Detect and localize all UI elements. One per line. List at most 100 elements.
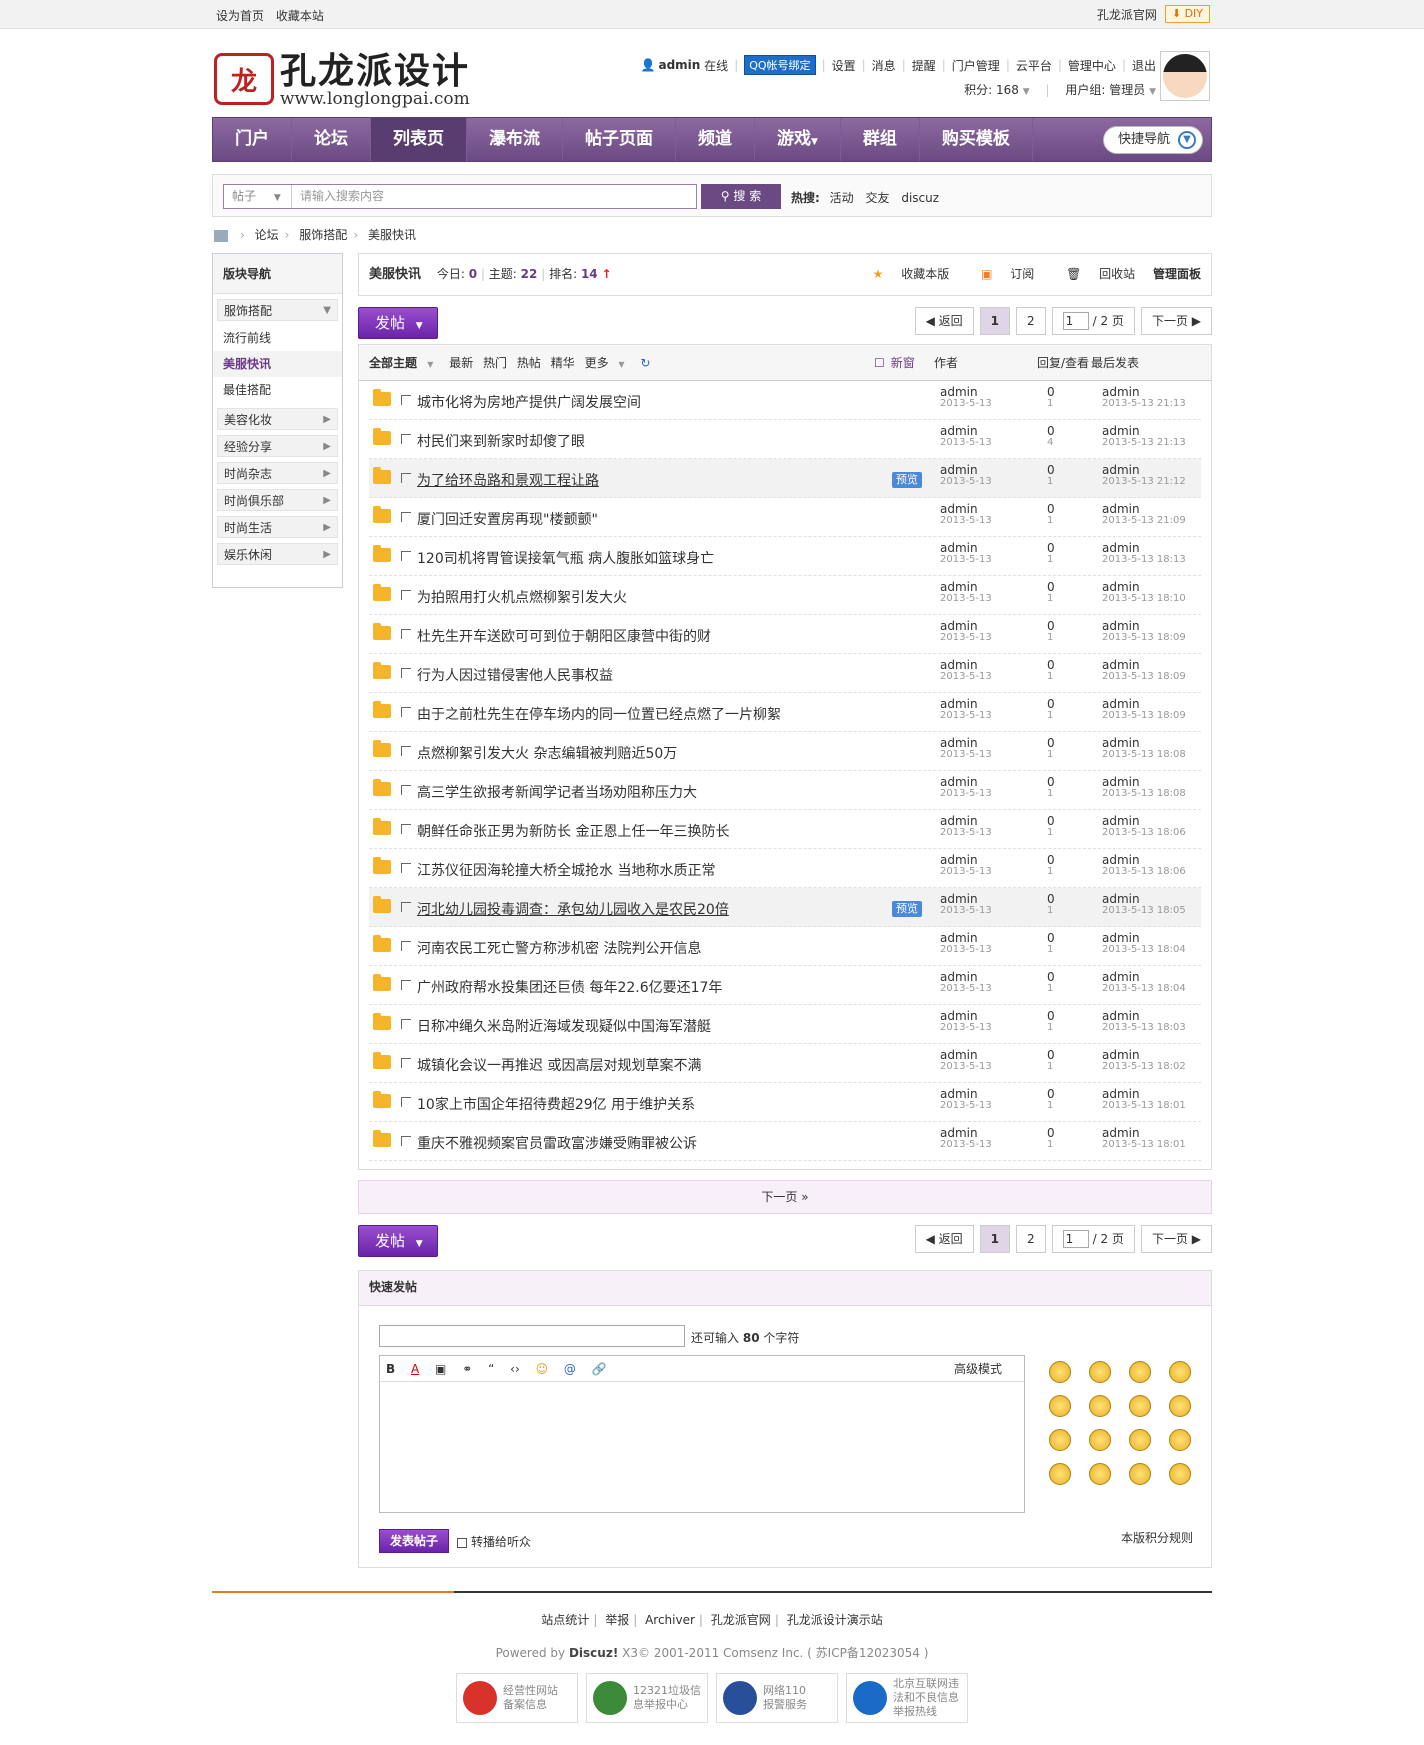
last-post-time[interactable]: 2013-5-13 21:13 [1102, 398, 1186, 410]
crumb-news[interactable]: 美服快讯 [368, 228, 416, 242]
points-link[interactable]: 积分: 168 [964, 83, 1019, 97]
thread-title[interactable]: 河南农民工死亡警方称涉机密 法院判公开信息 [417, 938, 701, 958]
nav-post-page[interactable]: 帖子页面 [563, 118, 676, 161]
attachment-icon[interactable]: 🔗 [592, 1362, 607, 1376]
last-post-time[interactable]: 2013-5-13 18:09 [1102, 710, 1186, 722]
thread-title[interactable]: 江苏仪征因海轮撞大桥全城抢水 当地称水质正常 [417, 860, 715, 880]
qq-bind-button[interactable]: QQ帐号绑定 [744, 55, 816, 75]
checkbox-icon[interactable] [401, 512, 411, 522]
last-post-time[interactable]: 2013-5-13 18:09 [1102, 671, 1186, 683]
last-post-time[interactable]: 2013-5-13 18:06 [1102, 827, 1186, 839]
author-link[interactable]: admin [940, 619, 978, 633]
last-poster-link[interactable]: admin [1102, 658, 1140, 672]
sidebar-cat-beauty[interactable]: 美容化妆 ▶ [217, 408, 338, 430]
page-2[interactable]: 2 [1015, 307, 1046, 335]
page-input[interactable]: 1 [1062, 312, 1089, 330]
filter-latest[interactable]: 最新 [449, 356, 473, 370]
portal-admin-link[interactable]: 门户管理 [952, 57, 1000, 74]
discuz-link[interactable]: Discuz! [569, 1646, 618, 1660]
last-poster-link[interactable]: admin [1102, 775, 1140, 789]
last-poster-link[interactable]: admin [1102, 1009, 1140, 1023]
checkbox-icon[interactable] [401, 629, 411, 639]
author-link[interactable]: admin [940, 580, 978, 594]
smiley-icon[interactable] [1089, 1361, 1111, 1383]
checkbox-icon[interactable] [401, 746, 411, 756]
thread-title[interactable]: 厦门回迁安置房再现"楼颤颤" [417, 509, 598, 529]
back-button[interactable]: ◀ 返回 [914, 307, 974, 335]
author-link[interactable]: admin [940, 697, 978, 711]
thread-title[interactable]: 由于之前杜先生在停车场内的同一位置已经点燃了一片柳絮 [417, 704, 781, 724]
last-poster-link[interactable]: admin [1102, 1087, 1140, 1101]
last-poster-link[interactable]: admin [1102, 424, 1140, 438]
checkbox-icon[interactable] [401, 1097, 411, 1107]
smiley-icon[interactable] [1169, 1463, 1191, 1485]
avatar[interactable] [1160, 51, 1210, 101]
site-logo[interactable]: 龙 孔龙派设计 www.longlongpai.com [214, 51, 470, 108]
thread-title[interactable]: 为了给环岛路和景观工程让路 [417, 470, 599, 490]
submit-post-button[interactable]: 发表帖子 [379, 1529, 449, 1553]
filter-hot[interactable]: 热门 [483, 356, 507, 370]
filter-digest[interactable]: 精华 [551, 356, 575, 370]
favorite-forum-button[interactable]: ★ 收藏本版 [859, 267, 950, 281]
checkbox-icon[interactable] [401, 980, 411, 990]
author-link[interactable]: admin [940, 814, 978, 828]
thread-title[interactable]: 120司机将胃管误接氧气瓶 病人腹胀如篮球身亡 [417, 548, 714, 568]
last-post-time[interactable]: 2013-5-13 18:13 [1102, 554, 1186, 566]
checkbox-icon[interactable] [401, 902, 411, 912]
thread-title[interactable]: 村民们来到新家时却傻了眼 [417, 431, 585, 451]
set-homepage-link[interactable]: 设为首页 [216, 9, 264, 23]
thread-title[interactable]: 朝鲜任命张正男为新防长 金正恩上任一年三换防长 [417, 821, 729, 841]
nav-portal[interactable]: 门户 [213, 118, 292, 161]
last-poster-link[interactable]: admin [1102, 502, 1140, 516]
last-post-time[interactable]: 2013-5-13 21:09 [1102, 515, 1186, 527]
thread-title[interactable]: 为拍照用打火机点燃柳絮引发大火 [417, 587, 627, 607]
filter-more[interactable]: 更多 ▼ [585, 356, 631, 370]
sidebar-cat-life[interactable]: 时尚生活 ▶ [217, 516, 338, 538]
new-post-button-bottom[interactable]: 发帖 ▼ [358, 1225, 438, 1257]
quick-post-editor[interactable]: B A ▣ ⚭ “ ‹› ☺ @ 🔗 高级模式 [379, 1355, 1025, 1513]
checkbox-icon[interactable] [401, 395, 411, 405]
nav-list-page[interactable]: 列表页 [371, 118, 467, 161]
checkbox-icon[interactable] [401, 434, 411, 444]
footer-stats-link[interactable]: 站点统计 [541, 1613, 589, 1627]
smiley-icon[interactable] [1129, 1429, 1151, 1451]
username-link[interactable]: admin [658, 58, 700, 72]
back-button[interactable]: ◀ 返回 [914, 1225, 974, 1253]
badge-beijing-report[interactable]: 北京互联网违 法和不良信息 举报热线 [846, 1673, 968, 1723]
user-group-link[interactable]: 用户组: 管理员 [1065, 83, 1145, 97]
advanced-mode-link[interactable]: 高级模式 [954, 1356, 1002, 1382]
author-link[interactable]: admin [940, 1048, 978, 1062]
checkbox-icon[interactable] [401, 590, 411, 600]
next-page-button[interactable]: 下一页 ▶ [1140, 307, 1212, 335]
author-link[interactable]: admin [940, 385, 978, 399]
sidebar-cat-leisure[interactable]: 娱乐休闲 ▶ [217, 543, 338, 565]
last-poster-link[interactable]: admin [1102, 853, 1140, 867]
smiley-icon[interactable] [1049, 1395, 1071, 1417]
last-poster-link[interactable]: admin [1102, 1126, 1140, 1140]
search-input[interactable]: 请输入搜索内容 [292, 185, 696, 208]
thread-title[interactable]: 高三学生欲报考新闻学记者当场劝阻称压力大 [417, 782, 697, 802]
author-link[interactable]: admin [940, 736, 978, 750]
thread-title[interactable]: 日称冲绳久米岛附近海域发现疑似中国海军潜艇 [417, 1016, 711, 1036]
admin-panel-button[interactable]: 管理面板 [1153, 267, 1201, 281]
bookmark-site-link[interactable]: 收藏本站 [276, 9, 324, 23]
sidebar-cat-magazine[interactable]: 时尚杂志 ▶ [217, 462, 338, 484]
smiley-icon[interactable] [1089, 1463, 1111, 1485]
next-page-bar[interactable]: 下一页 » [358, 1180, 1212, 1214]
new-post-button[interactable]: 发帖 ▼ [358, 307, 438, 339]
last-poster-link[interactable]: admin [1102, 580, 1140, 594]
code-icon[interactable]: ‹› [510, 1362, 520, 1376]
font-color-icon[interactable]: A [411, 1362, 419, 1376]
last-post-time[interactable]: 2013-5-13 18:01 [1102, 1139, 1186, 1151]
page-1[interactable]: 1 [979, 307, 1010, 335]
author-link[interactable]: admin [940, 775, 978, 789]
logout-link[interactable]: 退出 [1132, 57, 1156, 74]
hot-link-discuz[interactable]: discuz [901, 191, 939, 205]
notifications-link[interactable]: 提醒 [912, 57, 936, 74]
checkbox-icon[interactable] [401, 941, 411, 951]
subscribe-button[interactable]: ▣ 订阅 [967, 267, 1034, 281]
search-button[interactable]: ⚲ 搜 索 [701, 184, 781, 209]
checkbox-icon[interactable] [401, 668, 411, 678]
page-2[interactable]: 2 [1015, 1225, 1046, 1253]
author-link[interactable]: admin [940, 931, 978, 945]
